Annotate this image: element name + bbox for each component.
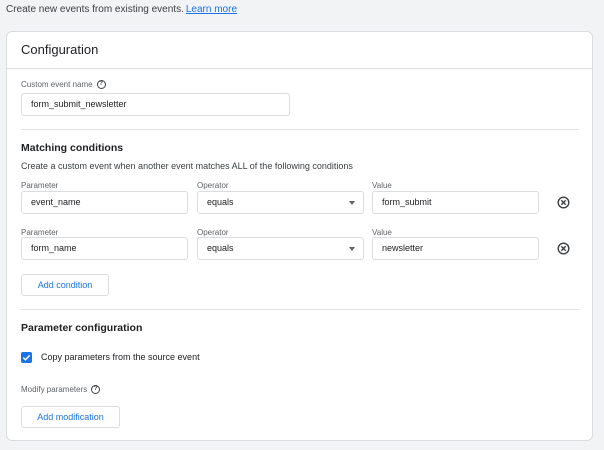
condition-operator-select[interactable]: equals bbox=[197, 191, 364, 214]
add-modification-button[interactable]: Add modification bbox=[21, 406, 120, 428]
divider bbox=[21, 309, 579, 310]
copy-parameters-label[interactable]: Copy parameters from the source event bbox=[41, 352, 200, 362]
matching-conditions-description: Create a custom event when another event… bbox=[21, 161, 353, 171]
divider bbox=[21, 129, 579, 130]
parameter-label: Parameter bbox=[21, 228, 59, 237]
modify-parameters-label: Modify parameters? bbox=[21, 385, 101, 395]
condition-operator-select[interactable]: equals bbox=[197, 237, 364, 260]
custom-event-name-label-text: Custom event name bbox=[21, 80, 93, 89]
value-label: Value bbox=[372, 181, 392, 190]
remove-circle-icon[interactable] bbox=[557, 242, 570, 255]
learn-more-link[interactable]: Learn more bbox=[186, 4, 237, 15]
custom-event-name-label: Custom event name? bbox=[21, 80, 106, 90]
chevron-down-icon bbox=[349, 247, 355, 251]
copy-parameters-checkbox[interactable] bbox=[21, 352, 32, 363]
intro-text: Create new events from existing events. L… bbox=[6, 4, 237, 15]
help-icon[interactable]: ? bbox=[91, 385, 101, 395]
help-icon[interactable]: ? bbox=[96, 80, 106, 90]
card-header: Configuration bbox=[7, 32, 592, 69]
parameter-configuration-title: Parameter configuration bbox=[21, 322, 143, 334]
add-condition-button[interactable]: Add condition bbox=[21, 274, 109, 296]
card-title: Configuration bbox=[21, 42, 99, 57]
remove-circle-icon[interactable] bbox=[557, 196, 570, 209]
value-label: Value bbox=[372, 228, 392, 237]
intro-description: Create new events from existing events. bbox=[6, 4, 184, 15]
condition-value-input[interactable]: form_submit bbox=[372, 191, 539, 214]
configuration-card: Configuration Custom event name? form_su… bbox=[6, 31, 593, 441]
operator-label: Operator bbox=[197, 181, 229, 190]
condition-parameter-input[interactable]: form_name bbox=[21, 237, 188, 260]
custom-event-name-input[interactable]: form_submit_newsletter bbox=[21, 93, 290, 116]
condition-operator-value: equals bbox=[207, 197, 234, 207]
modify-parameters-label-text: Modify parameters bbox=[21, 385, 88, 394]
parameter-label: Parameter bbox=[21, 181, 59, 190]
chevron-down-icon bbox=[349, 201, 355, 205]
operator-label: Operator bbox=[197, 228, 229, 237]
condition-parameter-input[interactable]: event_name bbox=[21, 191, 188, 214]
check-icon bbox=[22, 354, 31, 361]
condition-operator-value: equals bbox=[207, 243, 234, 253]
condition-value-input[interactable]: newsletter bbox=[372, 237, 539, 260]
matching-conditions-title: Matching conditions bbox=[21, 142, 124, 154]
